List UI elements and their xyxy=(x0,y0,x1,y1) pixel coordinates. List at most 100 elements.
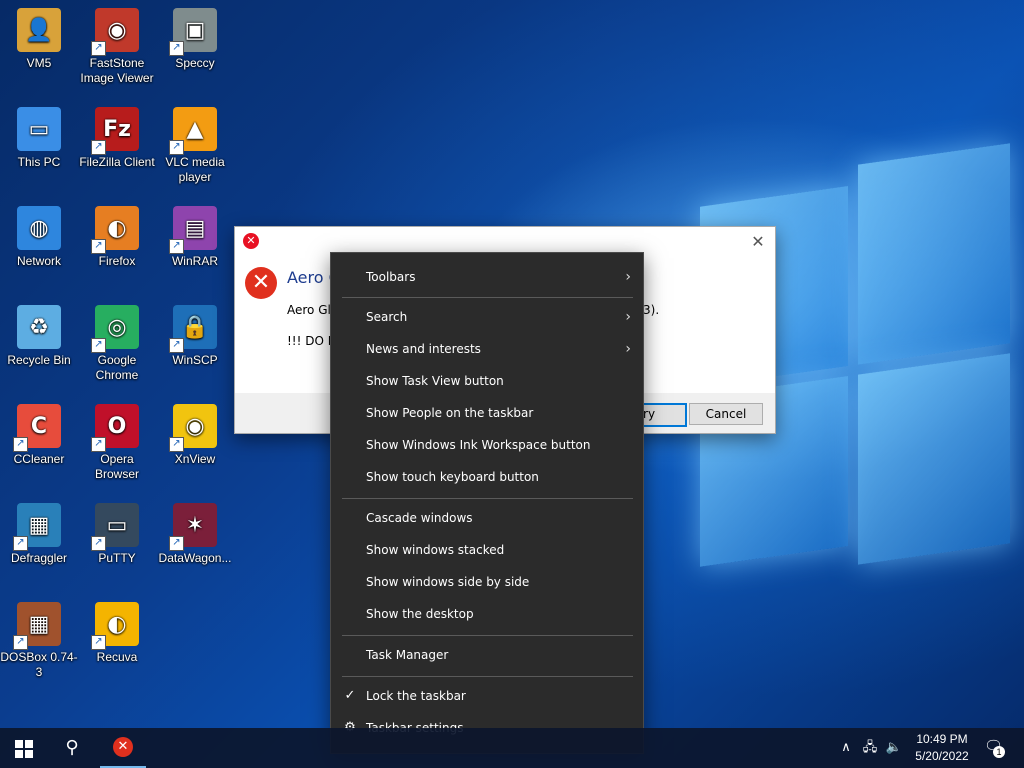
desktop-icon[interactable]: 🔒 ↗ WinSCP xyxy=(156,297,234,368)
computer-monitor-icon: ▭ xyxy=(17,107,61,151)
chevron-right-icon: › xyxy=(625,309,631,325)
desktop-icon[interactable]: ▲ ↗ VLC media player xyxy=(156,99,234,185)
error-icon: ✕ xyxy=(113,737,133,757)
windows-logo-icon-part xyxy=(15,750,23,758)
cancel-button[interactable]: Cancel xyxy=(689,403,763,425)
desktop-icon[interactable]: ▭ This PC xyxy=(0,99,78,170)
chevron-right-icon: › xyxy=(625,341,631,357)
menu-item-label: Show touch keyboard button xyxy=(366,470,539,484)
network-globe-icon: ◍ xyxy=(17,206,61,250)
desktop-icon-label: DataWagon... xyxy=(158,551,232,565)
error-icon: ✕ xyxy=(245,267,277,299)
chevron-right-icon: › xyxy=(625,269,631,285)
desktop-icon[interactable]: C ↗ CCleaner xyxy=(0,396,78,467)
desktop-icon-label: VLC media player xyxy=(165,155,225,184)
menu-item-show-windows-stacked[interactable]: Show windows stacked xyxy=(331,534,643,566)
menu-item-show-the-desktop[interactable]: Show the desktop xyxy=(331,598,643,630)
icon-glyph: ♻ xyxy=(29,314,49,340)
shortcut-arrow-icon: ↗ xyxy=(13,437,28,452)
menu-separator xyxy=(342,635,633,636)
start-button[interactable] xyxy=(0,728,48,768)
desktop-icon[interactable]: ◉ ↗ XnView xyxy=(156,396,234,467)
putty-terminals-icon: ▭ ↗ xyxy=(91,503,139,551)
desktop-icon-label: CCleaner xyxy=(13,452,65,466)
desktop-icon-label: WinSCP xyxy=(172,353,218,367)
shortcut-arrow-icon: ↗ xyxy=(169,536,184,551)
desktop-icon[interactable]: ▭ ↗ PuTTY xyxy=(78,495,156,566)
clock-date: 5/20/2022 xyxy=(915,749,969,763)
menu-item-search[interactable]: Search › xyxy=(331,301,643,333)
desktop-icon[interactable]: ✶ ↗ DataWagon... xyxy=(156,495,234,566)
desktop-icon[interactable]: ▦ ↗ Defraggler xyxy=(0,495,78,566)
ccleaner-icon: C ↗ xyxy=(13,404,61,452)
desktop-icon[interactable]: ◉ ↗ FastStone Image Viewer xyxy=(78,0,156,86)
shortcut-arrow-icon: ↗ xyxy=(169,140,184,155)
menu-item-show-windows-side-by-side[interactable]: Show windows side by side xyxy=(331,566,643,598)
desktop-icon-label: XnView xyxy=(174,452,216,466)
desktop-icon[interactable]: ♻ Recycle Bin xyxy=(0,297,78,368)
volume-icon[interactable]: 🔈 xyxy=(884,728,904,768)
desktop-icon-label: Network xyxy=(16,254,61,268)
menu-item-show-people-on-the-taskbar[interactable]: Show People on the taskbar xyxy=(331,397,643,429)
desktop-icon[interactable]: ▤ ↗ WinRAR xyxy=(156,198,234,269)
menu-item-label: Cascade windows xyxy=(366,511,473,525)
faststone-eye-icon: ◉ ↗ xyxy=(91,8,139,56)
menu-item-toolbars[interactable]: Toolbars › xyxy=(331,261,643,293)
shortcut-arrow-icon: ↗ xyxy=(91,635,106,650)
menu-item-show-touch-keyboard-button[interactable]: Show touch keyboard button xyxy=(331,461,643,493)
winscp-lock-icon: 🔒 ↗ xyxy=(169,305,217,353)
checkmark-icon: ✓ xyxy=(344,688,356,703)
menu-separator xyxy=(342,676,633,677)
menu-item-show-task-view-button[interactable]: Show Task View button xyxy=(331,365,643,397)
action-center-icon[interactable]: 🗨 1 xyxy=(984,737,1005,758)
menu-separator xyxy=(342,498,633,499)
desktop-icon[interactable]: 👤 VM5 xyxy=(0,0,78,71)
shortcut-arrow-icon: ↗ xyxy=(91,239,106,254)
desktop-icon-label: WinRAR xyxy=(171,254,218,268)
shortcut-arrow-icon: ↗ xyxy=(91,338,106,353)
taskbar-app-error[interactable]: ✕ xyxy=(100,728,146,768)
clock[interactable]: 10:49 PM 5/20/2022 xyxy=(904,731,980,765)
network-icon[interactable]: 🖧 xyxy=(860,728,880,768)
tray-chevron-icon[interactable]: ∧ xyxy=(838,728,854,768)
desktop-icon-label: FastStone Image Viewer xyxy=(80,56,154,85)
desktop-icon[interactable]: ▣ ↗ Speccy xyxy=(156,0,234,71)
desktop-icon[interactable]: ◎ ↗ Google Chrome xyxy=(78,297,156,383)
desktop-icon-label: This PC xyxy=(17,155,61,169)
xnview-eye-icon: ◉ ↗ xyxy=(169,404,217,452)
desktop-icon[interactable]: ▦ ↗ DOSBox 0.74-3 xyxy=(0,594,78,680)
menu-item-show-windows-ink-workspace-button[interactable]: Show Windows Ink Workspace button xyxy=(331,429,643,461)
dialog-message-end: 3). xyxy=(643,303,660,317)
speccy-icon: ▣ ↗ xyxy=(169,8,217,56)
shortcut-arrow-icon: ↗ xyxy=(91,536,106,551)
recuva-icon: ◐ ↗ xyxy=(91,602,139,650)
desktop-icon[interactable]: ◐ ↗ Recuva xyxy=(78,594,156,665)
menu-item-label: Show Windows Ink Workspace button xyxy=(366,438,591,452)
opera-icon: O ↗ xyxy=(91,404,139,452)
windows-logo-icon-part xyxy=(25,740,33,748)
desktop-icon[interactable]: O ↗ Opera Browser xyxy=(78,396,156,482)
desktop-icon-label: Opera Browser xyxy=(94,452,139,481)
menu-item-label: Show windows side by side xyxy=(366,575,530,589)
menu-item-label: Search xyxy=(366,310,408,324)
desktop-icon-label: VM5 xyxy=(26,56,52,70)
menu-item-label: Task Manager xyxy=(366,648,449,662)
desktop-icon-label: Firefox xyxy=(98,254,136,268)
winrar-books-icon: ▤ ↗ xyxy=(169,206,217,254)
shortcut-arrow-icon: ↗ xyxy=(13,536,28,551)
close-icon[interactable]: ✕ xyxy=(747,231,769,253)
error-icon: ✕ xyxy=(243,233,259,249)
desktop-icon-label: FileZilla Client xyxy=(79,155,155,169)
menu-item-cascade-windows[interactable]: Cascade windows xyxy=(331,502,643,534)
menu-item-label: Toolbars xyxy=(366,270,416,284)
desktop-icon[interactable]: ◍ Network xyxy=(0,198,78,269)
windows-logo-icon xyxy=(15,740,23,748)
menu-item-news-and-interests[interactable]: News and interests › xyxy=(331,333,643,365)
menu-item-label: News and interests xyxy=(366,342,481,356)
desktop-icon[interactable]: ◐ ↗ Firefox xyxy=(78,198,156,269)
menu-item-task-manager[interactable]: Task Manager xyxy=(331,639,643,671)
shortcut-arrow-icon: ↗ xyxy=(169,338,184,353)
search-icon[interactable]: ⚲ xyxy=(48,728,96,768)
menu-item-lock-the-taskbar[interactable]: ✓ Lock the taskbar xyxy=(331,680,643,712)
desktop-icon[interactable]: Fz ↗ FileZilla Client xyxy=(78,99,156,170)
